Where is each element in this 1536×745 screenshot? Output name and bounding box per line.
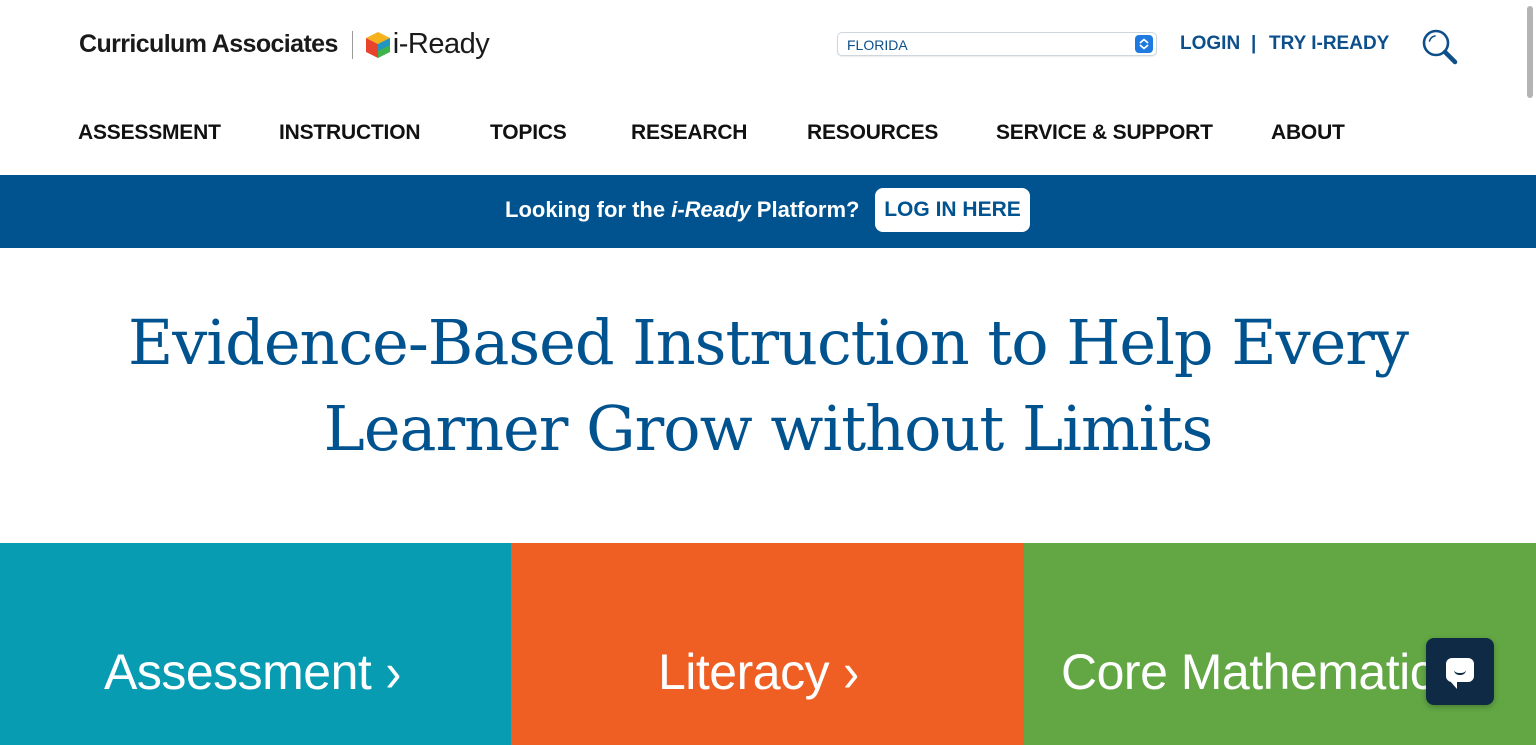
hero-title: Evidence-Based Instruction to Help Every… bbox=[0, 300, 1536, 472]
scrollbar-thumb[interactable] bbox=[1527, 6, 1533, 98]
state-select-value: FLORIDA bbox=[847, 37, 908, 53]
state-select[interactable]: FLORIDA bbox=[837, 32, 1157, 56]
nav-item-topics[interactable]: TOPICS bbox=[490, 121, 567, 145]
logo-divider bbox=[351, 30, 353, 59]
i-ready-cube-icon bbox=[365, 31, 390, 58]
tile-literacy[interactable]: Literacy › bbox=[511, 543, 1024, 745]
hero-title-line-1: Evidence-Based Instruction to Help Every bbox=[128, 306, 1409, 379]
chat-icon bbox=[1446, 658, 1474, 689]
header-link-separator: | bbox=[1251, 33, 1257, 54]
nav-item-about[interactable]: ABOUT bbox=[1271, 121, 1345, 145]
try-i-ready-link[interactable]: TRY I-READY bbox=[1269, 33, 1389, 55]
tile-core-mathematics-label: Core Mathematics› bbox=[1061, 643, 1489, 704]
hero: Evidence-Based Instruction to Help Every… bbox=[0, 300, 1536, 472]
hero-title-line-2: Learner Grow without Limits bbox=[323, 392, 1214, 465]
nav-item-instruction[interactable]: INSTRUCTION bbox=[279, 121, 420, 145]
log-in-here-button[interactable]: LOG IN HERE bbox=[875, 188, 1030, 232]
i-ready-logo[interactable]: i-Ready bbox=[393, 28, 490, 61]
chat-widget-button[interactable] bbox=[1426, 638, 1494, 705]
tile-literacy-label: Literacy › bbox=[658, 643, 859, 704]
select-arrows-icon bbox=[1135, 35, 1153, 53]
search-icon bbox=[1422, 29, 1458, 65]
search-button[interactable] bbox=[1421, 28, 1459, 66]
tile-assessment-label: Assessment › bbox=[104, 643, 401, 704]
logo[interactable]: Curriculum Associates i-Ready bbox=[79, 28, 490, 61]
nav-item-resources[interactable]: RESOURCES bbox=[807, 121, 938, 145]
banner-text: Looking for the i-Ready Platform? bbox=[505, 197, 860, 222]
page-scrollbar[interactable] bbox=[1524, 0, 1536, 745]
chevron-right-icon: › bbox=[843, 643, 859, 704]
platform-login-banner: Looking for the i-Ready Platform? LOG IN… bbox=[0, 175, 1536, 248]
utility-header: Curriculum Associates i-Ready FLORIDA LO… bbox=[0, 0, 1536, 90]
tile-assessment[interactable]: Assessment › bbox=[0, 543, 511, 745]
curriculum-associates-logo[interactable]: Curriculum Associates bbox=[79, 30, 338, 59]
login-link[interactable]: LOGIN bbox=[1180, 33, 1240, 55]
nav-item-research[interactable]: RESEARCH bbox=[631, 121, 747, 145]
main-nav: ASSESSMENT INSTRUCTION TOPICS RESEARCH R… bbox=[0, 115, 1536, 155]
nav-item-assessment[interactable]: ASSESSMENT bbox=[78, 121, 221, 145]
nav-item-service-support[interactable]: SERVICE & SUPPORT bbox=[996, 121, 1213, 145]
subject-tiles: Assessment› Literacy› Core Mathematics› bbox=[0, 543, 1536, 745]
chevron-right-icon: › bbox=[385, 643, 401, 704]
